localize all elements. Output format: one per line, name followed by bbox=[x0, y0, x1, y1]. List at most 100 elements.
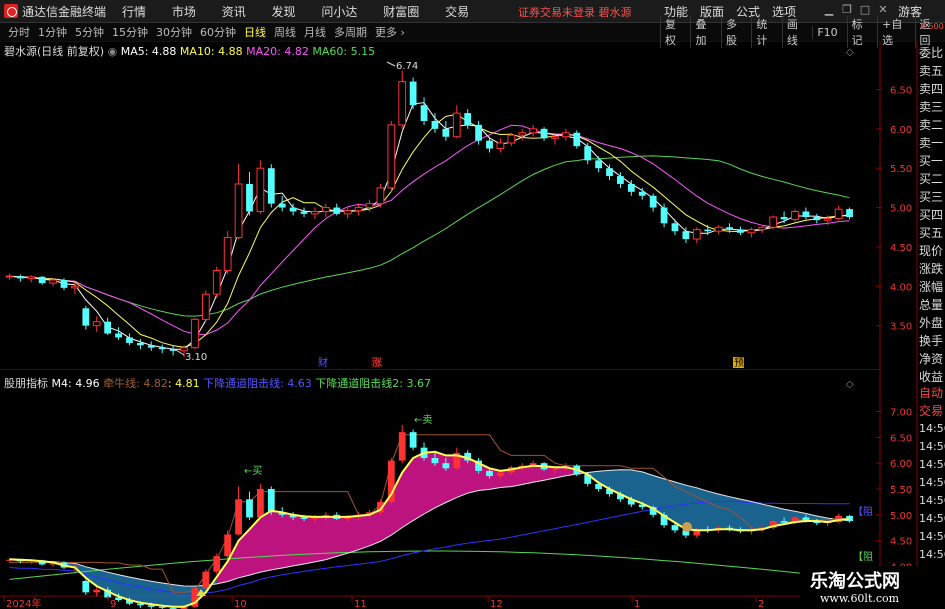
indicator-candle-body bbox=[442, 463, 450, 469]
price-pane: 6.74 3.10 财 涨 预 ◇ bbox=[5, 47, 854, 369]
candle-body bbox=[813, 217, 821, 221]
candle-body bbox=[82, 308, 90, 326]
candle-body bbox=[246, 183, 253, 212]
event-forecast-icon: 预 bbox=[734, 357, 744, 369]
watermark-line2: www.60lt.com bbox=[820, 592, 900, 605]
price-tick-label: 6.50 bbox=[890, 85, 912, 96]
ma20-line bbox=[9, 124, 850, 336]
candle-body bbox=[627, 183, 635, 192]
date-tick-label: 12 bbox=[490, 599, 503, 609]
ma60-line bbox=[9, 155, 850, 317]
candle-body bbox=[376, 187, 385, 205]
candle-body bbox=[486, 140, 493, 149]
candle-body bbox=[780, 217, 788, 220]
indicator-candle-body bbox=[551, 468, 559, 470]
indicator-candle-body bbox=[497, 472, 504, 477]
candle-body bbox=[321, 207, 330, 212]
candle-body bbox=[758, 226, 767, 231]
candle-body bbox=[584, 146, 592, 161]
side-label: 卖三 bbox=[919, 100, 944, 114]
candle-body bbox=[649, 195, 657, 208]
indicator-tick-label: 4.50 bbox=[890, 537, 912, 548]
candle-body bbox=[452, 112, 461, 138]
candle-body bbox=[92, 321, 101, 327]
time-label: 14:56 bbox=[919, 440, 945, 453]
chart-option-icon: ◇ bbox=[846, 47, 854, 58]
indicator-candle-body bbox=[82, 580, 90, 593]
indicator-candle-body bbox=[300, 517, 308, 519]
candle-body bbox=[38, 276, 46, 284]
candle-body bbox=[606, 168, 613, 177]
indicator-candle-body bbox=[398, 432, 406, 461]
side-label[interactable]: 交易 bbox=[919, 402, 945, 420]
candle-body bbox=[136, 342, 144, 346]
price-tick-label: 6.00 bbox=[890, 125, 912, 136]
time-label: 14:56 bbox=[919, 530, 945, 543]
candle-body bbox=[496, 142, 505, 150]
indicator-candle-body bbox=[267, 489, 275, 513]
sell-signal-tag: ←卖 bbox=[414, 414, 432, 426]
candle-body bbox=[147, 345, 155, 348]
side-label: 买五 bbox=[919, 226, 944, 240]
candle-body bbox=[158, 347, 166, 350]
candle-body bbox=[638, 191, 646, 196]
indicator-candle-body bbox=[235, 499, 242, 535]
date-tick-label: 9 bbox=[110, 599, 116, 609]
indicator-candle-body bbox=[409, 432, 417, 448]
band-label-lower: 【阻 bbox=[853, 551, 873, 563]
indicator-candle-body bbox=[671, 525, 679, 531]
candle-body bbox=[551, 136, 559, 139]
watermark: 乐淘公式网 www.60lt.com bbox=[800, 566, 945, 609]
candle-body bbox=[278, 203, 286, 208]
candle-body bbox=[115, 333, 122, 338]
side-label: 买四 bbox=[919, 208, 944, 222]
candle-body bbox=[475, 124, 482, 141]
money-bag-icon bbox=[682, 522, 692, 532]
event-finance-icon: 财 bbox=[318, 356, 328, 369]
candle-body bbox=[267, 168, 275, 204]
side-label: 现价 bbox=[919, 244, 944, 258]
side-label: 换手 bbox=[919, 334, 944, 348]
candle-body bbox=[791, 211, 799, 220]
candle-body bbox=[802, 211, 810, 218]
candle-body bbox=[682, 231, 690, 240]
date-tick-label: 10 bbox=[234, 599, 247, 609]
candle-body bbox=[387, 124, 396, 189]
candle-body bbox=[671, 223, 679, 232]
candle-body bbox=[398, 81, 407, 126]
candle-body bbox=[834, 208, 843, 220]
side-label[interactable]: 自动 bbox=[919, 384, 945, 402]
indicator-candle-body bbox=[246, 499, 253, 518]
candle-body bbox=[561, 132, 570, 138]
indicator-candle-body bbox=[431, 458, 439, 464]
candle-body bbox=[518, 132, 527, 136]
candle-body bbox=[409, 81, 417, 106]
candle-body bbox=[846, 209, 853, 218]
indicator-option-icon: ◇ bbox=[846, 379, 854, 390]
side-label: 涨跌 bbox=[919, 262, 944, 276]
candle-body bbox=[49, 279, 57, 284]
trade-side-labels: 自动交易 14:56 14:56 14:56 14:56 14:56 14:56 14:56 1… bbox=[919, 384, 945, 564]
event-rise-icon: 涨 bbox=[372, 357, 382, 369]
price-tick-label: 3.50 bbox=[890, 322, 912, 333]
side-label: 买三 bbox=[919, 190, 944, 204]
buy-signal-tag: ←买 bbox=[244, 465, 262, 477]
candle-body bbox=[300, 211, 308, 214]
candle-body bbox=[442, 128, 450, 137]
candle-body bbox=[595, 160, 602, 169]
candle-body bbox=[823, 218, 832, 221]
side-label: 净资 bbox=[919, 352, 944, 366]
side-label: 卖一 bbox=[919, 136, 944, 150]
candle-body bbox=[737, 229, 744, 233]
candle-body bbox=[180, 347, 188, 352]
date-tick-label: 1 bbox=[634, 599, 640, 609]
date-tick-label: 2024年 bbox=[6, 597, 41, 609]
time-label: 14:56 bbox=[919, 494, 945, 507]
candle-body bbox=[256, 167, 265, 212]
high-price-label: 6.74 bbox=[396, 61, 418, 72]
indicator-tick-label: 7.00 bbox=[890, 408, 912, 419]
side-label: 涨幅 bbox=[919, 280, 944, 294]
candle-body bbox=[747, 229, 756, 234]
indicator-pane: ◇←卖←买【阻【阻 bbox=[6, 379, 873, 609]
chart-canvas[interactable]: 6.743.10财涨预◇ ◇←卖←买【阻【阻 6.506.005.505.004… bbox=[0, 0, 945, 609]
